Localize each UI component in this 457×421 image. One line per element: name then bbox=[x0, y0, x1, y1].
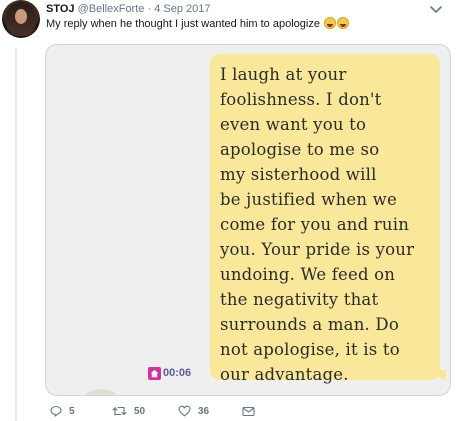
tweet-media-image[interactable]: 00:06 I laugh at your foolishness. I don… bbox=[45, 44, 451, 396]
bubble-line: I laugh at your bbox=[220, 65, 347, 84]
partial-avatar-shape bbox=[84, 389, 118, 395]
reply-button[interactable]: 5 bbox=[50, 404, 75, 418]
bubble-line: you. Your pride is your bbox=[220, 240, 415, 259]
bubble-line: be justified when we bbox=[220, 190, 397, 209]
home-icon bbox=[148, 367, 161, 380]
retweet-icon bbox=[112, 406, 127, 416]
laughing-emoji-icon bbox=[337, 17, 349, 29]
bubble-line: come for you and ruin bbox=[220, 215, 410, 234]
avatar-face bbox=[15, 9, 27, 24]
retweet-button[interactable]: 50 bbox=[112, 404, 145, 418]
bubble-line: our advantage. bbox=[220, 365, 349, 384]
tweet-text: My reply when he thought I just wanted h… bbox=[46, 17, 349, 31]
tweet-text-body: My reply when he thought I just wanted h… bbox=[46, 18, 320, 30]
thread-line bbox=[15, 48, 17, 421]
bubble-line: foolishness. I don't bbox=[220, 90, 382, 109]
envelope-icon bbox=[242, 406, 255, 416]
author-handle[interactable]: @BellexForte bbox=[78, 3, 145, 15]
bubble-line: surrounds a man. Do bbox=[220, 315, 399, 334]
tweet-actions: 5 50 36 bbox=[50, 404, 310, 418]
bubble-line: even want you to bbox=[220, 115, 367, 134]
bubble-line: the negativity that bbox=[220, 290, 379, 309]
reply-count: 5 bbox=[69, 405, 75, 417]
retweet-count: 50 bbox=[134, 405, 146, 417]
bubble-line: not apologise, it is to bbox=[220, 340, 400, 359]
avatar[interactable] bbox=[2, 0, 40, 38]
reply-icon bbox=[50, 405, 62, 417]
tweet-header: STOJ @BellexForte · 4 Sep 2017 bbox=[46, 3, 210, 16]
laughing-emoji-icon bbox=[324, 17, 336, 29]
message-timestamp: 00:06 bbox=[163, 367, 192, 379]
direct-message-button[interactable] bbox=[242, 404, 255, 418]
chat-bubble: I laugh at your foolishness. I don't eve… bbox=[210, 54, 446, 384]
chevron-down-icon[interactable] bbox=[428, 1, 444, 17]
tweet-date[interactable]: 4 Sep 2017 bbox=[154, 3, 210, 15]
author-name[interactable]: STOJ bbox=[46, 3, 75, 15]
separator-dot: · bbox=[147, 3, 152, 15]
like-button[interactable]: 36 bbox=[178, 404, 209, 418]
like-count: 36 bbox=[198, 405, 210, 417]
bubble-line: undoing. We feed on bbox=[220, 265, 396, 284]
bubble-line: my sisterhood will bbox=[220, 165, 377, 184]
heart-icon bbox=[178, 405, 191, 417]
bubble-line: apologise to me so bbox=[220, 140, 380, 159]
